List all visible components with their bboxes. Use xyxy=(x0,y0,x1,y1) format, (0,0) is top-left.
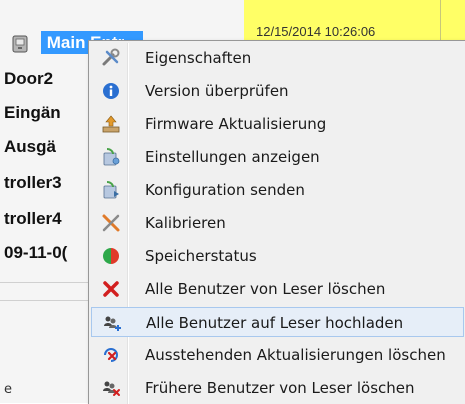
menu-item-ausstehende-loeschen[interactable]: Ausstehenden Aktualisierungen löschen xyxy=(91,340,464,370)
tree-item-label: 09-11-0( xyxy=(4,243,68,262)
menu-item-label: Frühere Benutzer von Leser löschen xyxy=(145,379,415,397)
tree-item-label: troller4 xyxy=(4,209,62,228)
menu-item-speicherstatus[interactable]: Speicherstatus xyxy=(91,241,464,271)
menu-item-version-pruefen[interactable]: Version überprüfen xyxy=(91,76,464,106)
tree-item-label: Ausgä xyxy=(4,137,56,156)
menu-item-label: Konfiguration senden xyxy=(145,181,305,199)
menu-item-einstellungen-anzeigen[interactable]: Einstellungen anzeigen xyxy=(91,142,464,172)
column-separator xyxy=(440,0,441,40)
event-timestamp: 12/15/2014 10:26:06 xyxy=(256,24,376,39)
calibrate-icon xyxy=(102,214,120,232)
users-upload-icon xyxy=(104,316,121,331)
menu-item-label: Alle Benutzer von Leser löschen xyxy=(145,280,386,298)
menu-item-label: Speicherstatus xyxy=(145,247,257,265)
firmware-update-icon xyxy=(102,115,120,133)
menu-item-firmware-aktualisierung[interactable]: Firmware Aktualisierung xyxy=(91,109,464,139)
users-delete-icon xyxy=(103,381,120,396)
device-icon xyxy=(12,35,28,53)
menu-item-eigenschaften[interactable]: Eigenschaften xyxy=(91,43,464,73)
tree-item-label: Eingän xyxy=(4,103,61,122)
bottom-marker: e xyxy=(4,382,12,397)
info-icon xyxy=(103,83,119,99)
menu-item-label: Firmware Aktualisierung xyxy=(145,115,327,133)
settings-view-icon xyxy=(103,148,120,166)
context-menu: Eigenschaften Version überprüfen Firmwar… xyxy=(88,40,465,404)
menu-item-label: Kalibrieren xyxy=(145,214,226,232)
menu-item-alle-benutzer-loeschen[interactable]: Alle Benutzer von Leser löschen xyxy=(91,274,464,304)
menu-item-label: Einstellungen anzeigen xyxy=(145,148,320,166)
memory-status-icon xyxy=(103,248,119,264)
menu-item-kalibrieren[interactable]: Kalibrieren xyxy=(91,208,464,238)
menu-item-label: Version überprüfen xyxy=(145,82,289,100)
tree-item-label: troller3 xyxy=(4,173,62,192)
config-send-icon xyxy=(103,181,119,199)
menu-item-label: Alle Benutzer auf Leser hochladen xyxy=(146,314,404,332)
menu-item-label: Eigenschaften xyxy=(145,49,252,67)
menu-item-konfiguration-senden[interactable]: Konfiguration senden xyxy=(91,175,464,205)
tools-icon xyxy=(102,48,120,66)
menu-item-fruehere-benutzer-loeschen[interactable]: Frühere Benutzer von Leser löschen xyxy=(91,373,464,403)
event-row-highlight[interactable]: 12/15/2014 10:26:06 xyxy=(244,0,465,41)
tree-item-label: Door2 xyxy=(4,69,54,88)
pending-delete-icon xyxy=(104,348,118,362)
delete-x-icon xyxy=(103,281,119,297)
menu-item-label: Ausstehenden Aktualisierungen löschen xyxy=(145,346,446,364)
menu-item-alle-benutzer-hochladen[interactable]: Alle Benutzer auf Leser hochladen xyxy=(91,307,464,337)
